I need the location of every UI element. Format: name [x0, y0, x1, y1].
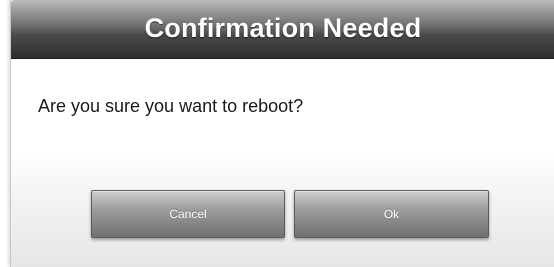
- cancel-button[interactable]: Cancel: [91, 190, 285, 238]
- dialog-message: Are you sure you want to reboot?: [38, 96, 304, 116]
- confirmation-dialog: Confirmation Needed Are you sure you wan…: [10, 0, 554, 267]
- ok-button[interactable]: Ok: [294, 190, 489, 238]
- dialog-titlebar: Confirmation Needed: [11, 0, 554, 59]
- dialog-title: Confirmation Needed: [144, 13, 422, 43]
